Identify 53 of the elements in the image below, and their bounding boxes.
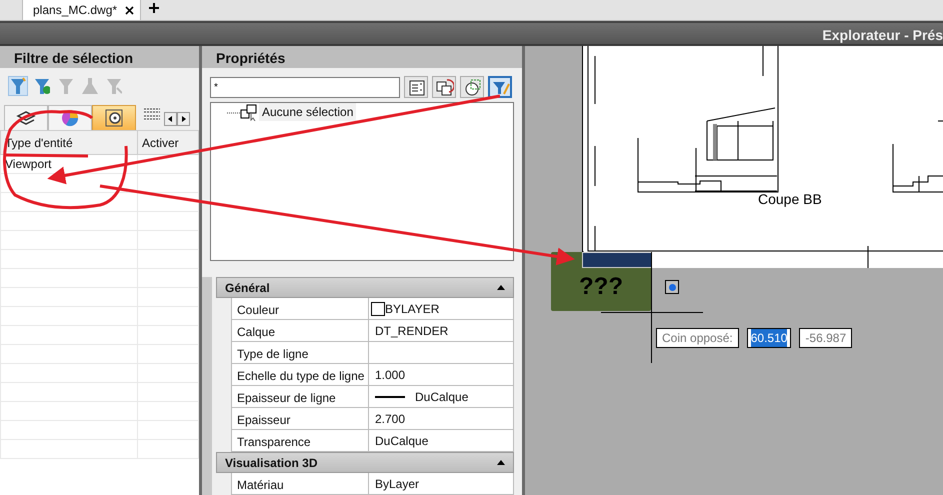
category-title: Visualisation 3D [225,454,318,472]
document-tab[interactable]: plans_MC.dwg* [22,0,142,20]
filter-tab[interactable] [92,105,136,130]
property-name: Calque [232,320,369,341]
category-header[interactable]: Visualisation 3D [216,452,514,473]
linetype-icon[interactable] [144,108,160,120]
table-cell: Viewport [0,154,138,174]
selection-window [582,252,652,268]
properties-list-icon [406,78,426,96]
color-swatch [371,302,385,316]
coordinate-input[interactable]: -56.987 [799,328,852,348]
toolbar-button[interactable] [404,76,428,98]
drawing-title: Coupe BB [758,190,822,209]
panel-title: Propriétés [202,46,522,68]
toggle-icon [434,78,454,96]
scroll-right-icon[interactable] [177,112,190,126]
toolbar-button[interactable] [460,76,484,98]
collapse-icon[interactable] [497,285,505,290]
property-name: Transparence [232,430,369,451]
filter-tool-button[interactable] [8,76,28,96]
property-name: Epaisseur de ligne [232,386,369,407]
property-value: 1.000 [375,366,406,384]
close-icon[interactable] [125,6,134,14]
coordinate-input[interactable]: 60.510 [746,328,792,348]
category-header[interactable]: Général [216,277,514,298]
property-value: 2.700 [375,410,406,428]
collapse-icon[interactable] [497,460,505,465]
property-name: Matériau [232,473,369,494]
property-value: ByLayer [375,476,420,492]
explorer-title: Explorateur - Prés [822,26,943,44]
tree-item[interactable]: Aucune sélection [259,103,356,121]
property-value: BYLAYER [385,300,440,318]
property-name: Couleur [232,298,369,319]
category-title: Général [225,280,270,296]
property-value: DuCalque [415,388,468,406]
lineweight-sample [375,396,405,398]
plus-icon[interactable] [149,2,160,13]
property-value: DuCalque [375,432,428,450]
quick-select-icon [462,78,482,96]
filter-tool-button[interactable] [32,76,52,96]
snap-marker-icon [665,280,679,294]
prompt-label: Coin opposé: [656,328,739,348]
column-header[interactable]: Activer [138,130,198,154]
property-name: Epaisseur [232,408,369,429]
scroll-left-icon[interactable] [164,112,177,126]
panel-title: Filtre de sélection [0,46,199,68]
property-name: Type de ligne [232,342,369,363]
scrollbar[interactable] [202,277,212,495]
viewport-icon [104,108,124,128]
toolbar-button[interactable] [432,76,456,98]
search-field[interactable]: * [210,76,400,98]
property-name: Echelle du type de ligne [232,364,369,385]
property-value: DT_RENDER [375,322,448,340]
